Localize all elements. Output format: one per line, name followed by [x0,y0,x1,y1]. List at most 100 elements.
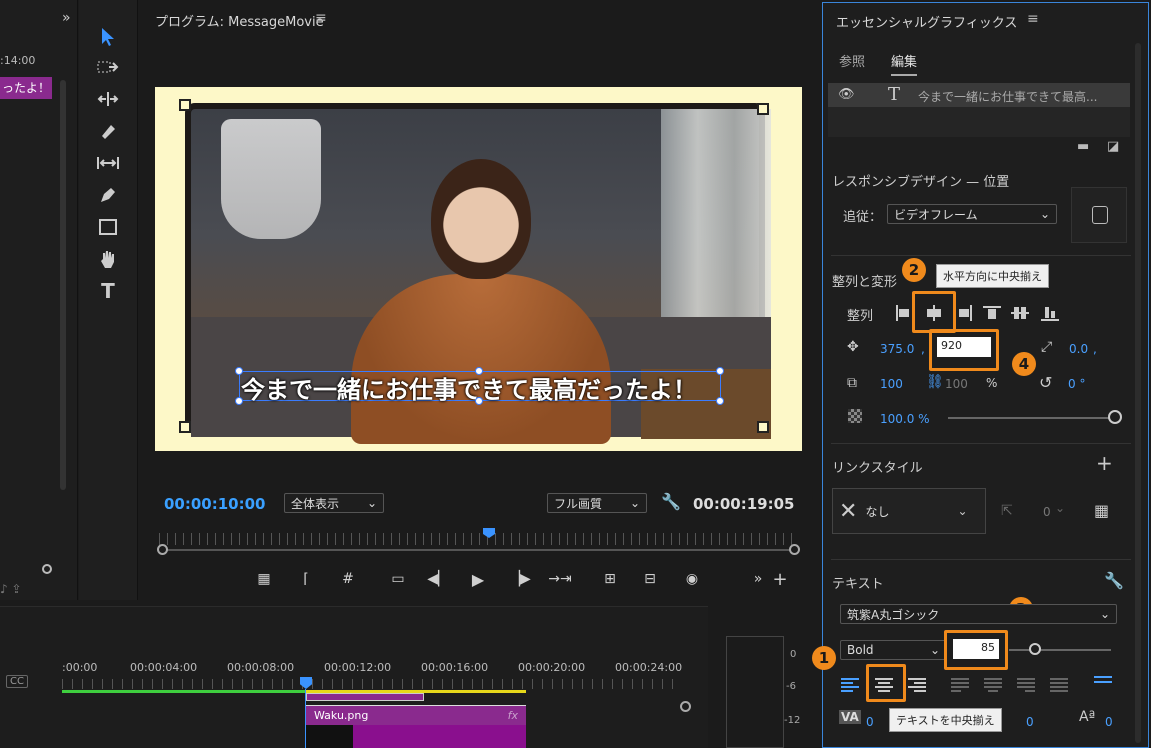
text-align-center-icon[interactable] [873,674,895,696]
font-size-input[interactable]: 85 [953,639,999,659]
eye-icon[interactable]: 👁 [838,87,855,102]
upper-clip[interactable] [306,693,424,701]
pen-tool-icon[interactable] [91,182,125,208]
style-count-chevron-icon[interactable]: ⌄ [1055,501,1065,515]
position-comma: , [921,342,925,356]
in-point-handle[interactable] [157,544,168,555]
anchor-x[interactable]: 0.0 [1069,342,1088,356]
font-size-slider-knob[interactable] [1029,643,1041,655]
rectangle-tool-icon[interactable] [91,214,125,240]
caption-handle-tr[interactable] [716,367,724,375]
timeline-scroll-handle[interactable] [680,701,691,712]
out-point-handle[interactable] [789,544,800,555]
button-editor-icon[interactable]: + [767,568,793,590]
align-bottom-icon[interactable] [1039,302,1061,324]
opacity-slider[interactable] [948,417,1113,419]
scrub-bar[interactable] [163,549,793,551]
justify-last-left-icon[interactable] [949,674,971,696]
current-timecode[interactable]: 00:00:10:00 [164,495,266,513]
tab-edit[interactable]: 編集 [891,51,918,76]
step-forward-icon[interactable]: ▕▶ [507,568,533,590]
program-menu-icon[interactable]: ≡ [315,10,327,26]
mark-in-icon[interactable]: ⌈ [293,568,319,590]
font-style-value: Bold [847,643,874,657]
align-vertical-center-icon[interactable] [1009,302,1031,324]
hand-tool-icon[interactable] [91,246,125,272]
eg-scrollbar[interactable] [1135,43,1141,743]
expand-panels-icon[interactable]: » [62,10,71,26]
razor-tool-icon[interactable] [91,118,125,144]
push-style-icon[interactable]: ⇱ [1001,503,1013,519]
left-clip[interactable]: ったよ！ [0,77,52,99]
video-preview[interactable]: 今まで一緒にお仕事できて最高だったよ！ [155,87,802,451]
ruler-label-2: 00:00:08:00 [227,661,295,674]
track-select-tool-icon[interactable] [91,54,125,80]
align-horizontal-center-icon[interactable] [923,302,945,324]
opacity-slider-knob[interactable] [1108,410,1122,424]
eg-menu-icon[interactable]: ≡ [1027,11,1039,27]
layer-row[interactable]: 👁 T 今まで一緒にお仕事できて最高... [828,83,1130,107]
waku-clip[interactable]: Waku.png fx [306,705,526,725]
play-icon[interactable]: ▶ [465,568,491,590]
tab-browse[interactable]: 参照 [839,51,865,70]
camera-icon[interactable]: ◉ [679,568,705,590]
caption-handle-bl[interactable] [235,397,243,405]
new-layer-icon[interactable]: ◪ [1107,139,1119,154]
text-top-align-icon[interactable] [1092,670,1114,692]
zoom-select[interactable]: 全体表示 ⌄ [284,493,384,513]
type-tool-icon[interactable]: T [91,278,125,304]
go-to-out-icon[interactable]: →⇥ [547,568,573,590]
text-align-right-icon[interactable] [906,674,928,696]
opacity-icon [848,409,862,423]
go-to-in-icon[interactable]: ▭ [385,568,411,590]
text-wrench-icon[interactable]: 🔧 [1104,571,1124,590]
font-style-select[interactable]: Bold ⌄ [840,640,947,660]
left-scrollbar[interactable] [60,80,66,490]
clip-body[interactable] [353,725,526,748]
link-icon[interactable]: ⛓ [926,374,944,390]
wrench-icon[interactable]: 🔧 [661,492,681,511]
kerning-value[interactable]: 0 [1026,715,1034,729]
position-y-input[interactable]: 920 [937,337,991,357]
caption-handle-top[interactable] [475,367,483,375]
mark-out-icon[interactable]: # [335,568,361,590]
position-x[interactable]: 375.0 [880,342,914,356]
selection-tool-icon[interactable] [91,24,125,50]
duration-timecode: 00:00:19:05 [693,495,795,513]
slip-tool-icon[interactable] [91,150,125,176]
font-size-slider[interactable] [1009,649,1111,651]
align-right-icon[interactable] [953,302,975,324]
marker-add-icon[interactable]: ▦ [251,568,277,590]
scale-icon: ⧉ [847,375,857,391]
cc-icon[interactable]: CC [6,675,28,688]
caption-handle-tl[interactable] [235,367,243,375]
justify-last-right-icon[interactable] [1015,674,1037,696]
baseline-value[interactable]: 0 [1105,715,1113,729]
rotation-value[interactable]: 0 ° [1068,377,1085,391]
style-select[interactable]: ✕ なし ⌄ [832,488,986,534]
justify-last-center-icon[interactable] [982,674,1004,696]
justify-all-icon[interactable] [1048,674,1070,696]
follow-select[interactable]: ビデオフレーム ⌄ [887,204,1057,224]
left-scroll-handle[interactable] [42,564,52,574]
program-monitor: プログラム: MessageMovie ≡ 今まで一緒にお仕事できて最高だったよ… [139,0,821,604]
caption-handle-br[interactable] [716,397,724,405]
tracking-value[interactable]: 0 [866,715,874,729]
scale-value[interactable]: 100 [880,377,903,391]
extract-icon[interactable]: ⊟ [637,568,663,590]
add-style-icon[interactable]: + [1096,451,1113,475]
quality-select[interactable]: フル画質 ⌄ [547,493,647,513]
ripple-edit-tool-icon[interactable] [91,86,125,112]
align-top-icon[interactable] [981,302,1003,324]
font-select[interactable]: 筑紫A丸ゴシック ⌄ [840,604,1117,624]
folder-icon[interactable]: ▬ [1077,139,1089,154]
text-center-tooltip: テキストを中央揃え [889,708,1002,732]
opacity-value[interactable]: 100.0 % [880,412,930,426]
style-grid-icon[interactable]: ▦ [1094,501,1109,520]
caption-handle-bottom[interactable] [475,397,483,405]
pin-to-widget[interactable] [1071,187,1127,243]
step-back-icon[interactable]: ◀▏ [425,568,451,590]
ruler-label-4: 00:00:16:00 [421,661,489,674]
lift-icon[interactable]: ⊞ [597,568,623,590]
text-align-left-icon[interactable] [839,674,861,696]
